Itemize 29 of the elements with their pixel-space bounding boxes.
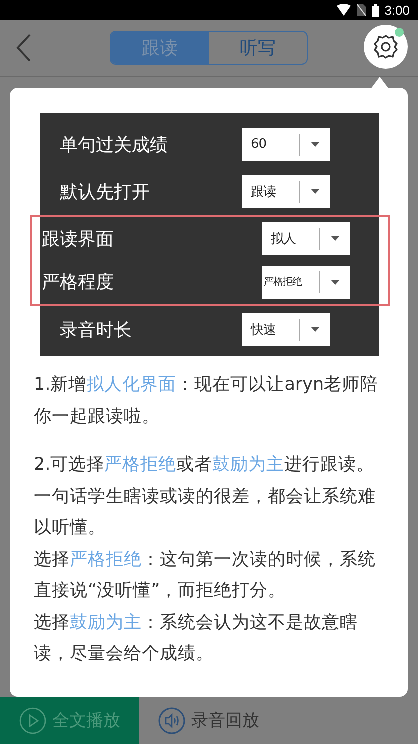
caret-icon xyxy=(310,327,320,332)
note-paragraph: 选择严格拒绝：这句第一次读的时候，系统直接说“没听懂”，而拒绝打分。 xyxy=(34,548,377,603)
dropdown[interactable]: 跟读 xyxy=(242,175,330,208)
note-paragraph: 2.可选择严格拒绝或者鼓励为主进行跟读。一句话学生瞎读或读的很差，都会让系统难以听懂。 xyxy=(34,454,377,540)
dropdown[interactable]: 60 xyxy=(242,128,330,161)
settings-icon xyxy=(372,33,400,61)
dropdown[interactable]: 拟人 xyxy=(262,222,350,256)
back-icon[interactable] xyxy=(16,34,32,62)
no-sim-icon xyxy=(356,4,366,16)
note-paragraph: 选择鼓励为主：系统会认为这不是故意瞎读，尽量会给个成绩。 xyxy=(34,612,359,666)
speaker-icon xyxy=(158,706,186,734)
caret-icon xyxy=(310,189,320,194)
note-paragraph: 1.新增拟人化界面：现在可以让aryn老师陪你一起跟读啦。 xyxy=(34,374,380,428)
settings-button[interactable] xyxy=(364,25,408,69)
caret-icon xyxy=(310,142,320,147)
option-label: 跟读界面 xyxy=(42,228,114,251)
clock-time: 3:00 xyxy=(384,2,410,18)
option-label: 录音时长 xyxy=(60,318,132,342)
dropdown[interactable]: 严格拒绝 xyxy=(262,266,350,299)
notification-dot xyxy=(395,28,404,37)
battery-icon xyxy=(372,4,379,16)
play-icon xyxy=(18,706,46,734)
option-label: 单句过关成绩 xyxy=(60,134,168,156)
option-label: 严格程度 xyxy=(42,271,114,294)
option-label: 默认先打开 xyxy=(60,180,150,204)
wifi-icon xyxy=(336,4,351,16)
caret-icon xyxy=(330,236,340,242)
dropdown[interactable]: 快速 xyxy=(242,313,330,346)
caret-icon xyxy=(330,280,340,285)
